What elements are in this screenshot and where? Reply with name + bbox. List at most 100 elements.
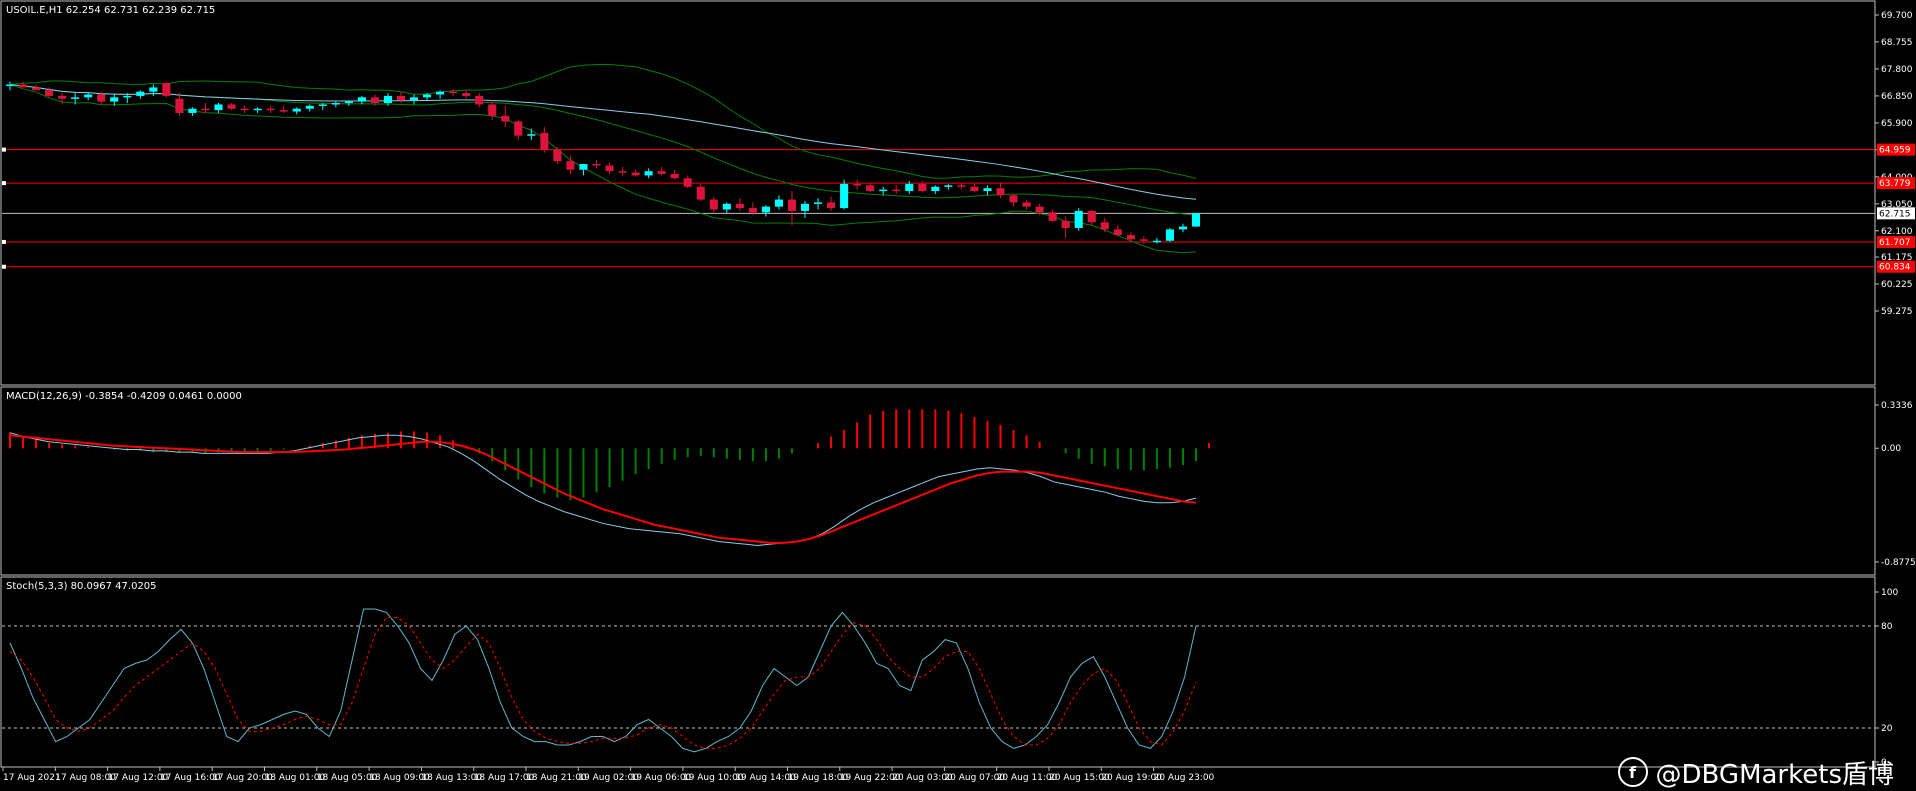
level-anchor-marker — [2, 264, 6, 269]
candle-body — [696, 186, 705, 200]
macd-tick-label: 0.00 — [1881, 444, 1901, 454]
main-price-pane[interactable] — [2, 63, 1875, 269]
candle-body — [840, 183, 849, 209]
macd-pane[interactable] — [9, 409, 1211, 546]
moving-average-line — [9, 84, 1197, 200]
macd-tick-label: -0.8775 — [1881, 558, 1916, 568]
candle-body — [488, 104, 497, 116]
candle-body — [162, 83, 171, 96]
candle-body — [553, 149, 562, 162]
main-pane-border — [0, 0, 1876, 386]
candle-body — [214, 104, 223, 111]
price-tick-label: 68.755 — [1881, 38, 1913, 48]
level-price-label: 61.707 — [1879, 238, 1911, 248]
candle-body — [657, 171, 666, 175]
candle-body — [787, 199, 797, 211]
level-price-label: 60.834 — [1879, 263, 1911, 273]
level-anchor-marker — [2, 147, 6, 152]
time-axis: 17 Aug 202117 Aug 08:0017 Aug 12:0017 Au… — [2, 767, 1215, 783]
candle-body — [735, 203, 744, 209]
candle-body — [318, 104, 327, 106]
candle-body — [1165, 229, 1174, 241]
candle-body — [462, 93, 471, 96]
candle-body — [879, 189, 888, 192]
candle-body — [305, 105, 314, 109]
candle-body — [475, 95, 484, 105]
time-tick-label: 17 Aug 2021 — [3, 773, 61, 783]
stoch-tick-label: 100 — [1881, 588, 1898, 598]
stoch-main-line — [9, 608, 1197, 753]
candle-body — [592, 164, 601, 166]
candle-body — [774, 199, 783, 207]
candle-body — [709, 199, 718, 210]
candle-body — [45, 90, 54, 96]
candle-body — [748, 208, 757, 213]
candle-body — [905, 183, 914, 192]
candle-body — [918, 183, 927, 192]
candle-body — [970, 186, 979, 192]
candle-body — [670, 174, 679, 179]
stoch-pane-border — [0, 576, 1876, 768]
candle-body — [344, 101, 353, 104]
candle-body — [761, 206, 770, 213]
candle-body — [983, 188, 992, 192]
candle-body — [892, 189, 901, 192]
candle-body — [370, 97, 379, 104]
candle-body — [32, 87, 41, 91]
candle-body — [1074, 210, 1083, 228]
candle-body — [501, 115, 510, 122]
candle-body — [800, 203, 810, 211]
candle-body — [175, 98, 184, 113]
candle-body — [136, 91, 145, 96]
candle-body — [644, 171, 653, 176]
time-tick-label: 20 Aug 23:00 — [1154, 773, 1215, 783]
watermark: f @DBGMarkets盾博 — [1617, 756, 1894, 790]
candle-body — [279, 110, 288, 112]
candle-body — [253, 108, 262, 111]
macd-header: MACD(12,26,9) -0.3854 -0.4209 0.0461 0.0… — [6, 391, 242, 402]
chart-canvas[interactable]: 69.70068.75567.80066.85065.90064.95064.0… — [0, 0, 1916, 788]
candle-body — [683, 178, 692, 187]
candle-body — [396, 95, 406, 101]
candle-body — [1139, 239, 1148, 241]
candle-body — [201, 108, 210, 111]
level-price-label: 63.779 — [1879, 179, 1911, 189]
candle-body — [527, 134, 536, 136]
candle-body — [1113, 229, 1122, 236]
candle-body — [866, 185, 875, 192]
stoch-header: Stoch(5,3,3) 80.0967 47.0205 — [6, 581, 157, 592]
current-price-label: 62.715 — [1879, 209, 1911, 219]
candle-body — [97, 94, 106, 102]
price-tick-label: 65.900 — [1881, 119, 1913, 129]
candle-body — [84, 94, 93, 98]
candle-body — [1178, 226, 1188, 230]
candle-body — [540, 132, 549, 150]
candle-body — [423, 94, 432, 98]
candle-body — [566, 161, 575, 170]
price-tick-label: 67.800 — [1881, 65, 1913, 75]
macd-pane-border — [0, 386, 1876, 576]
candle-body — [5, 84, 15, 87]
price-axis: 69.70068.75567.80066.85065.90064.95064.0… — [1875, 11, 1916, 768]
candle-body — [292, 108, 301, 112]
price-tick-label: 60.225 — [1881, 280, 1913, 290]
price-tick-label: 66.850 — [1881, 92, 1913, 102]
level-anchor-marker — [2, 181, 6, 186]
candle-body — [931, 186, 940, 192]
candle-body — [149, 87, 158, 92]
candle-body — [1191, 213, 1201, 227]
candle-body — [409, 97, 419, 101]
candle-body — [827, 202, 836, 209]
candle-body — [853, 183, 862, 186]
candle-body — [1126, 235, 1135, 240]
candle-body — [436, 91, 445, 95]
candle-body — [1100, 222, 1109, 230]
candle-body — [449, 91, 458, 94]
candle-body — [618, 171, 627, 173]
stoch-pane[interactable] — [2, 608, 1875, 753]
stoch-tick-label: 80 — [1881, 622, 1893, 632]
macd-tick-label: 0.3336 — [1881, 401, 1913, 411]
candle-body — [227, 104, 236, 109]
candle-body — [357, 97, 366, 102]
candle-body — [188, 108, 197, 113]
